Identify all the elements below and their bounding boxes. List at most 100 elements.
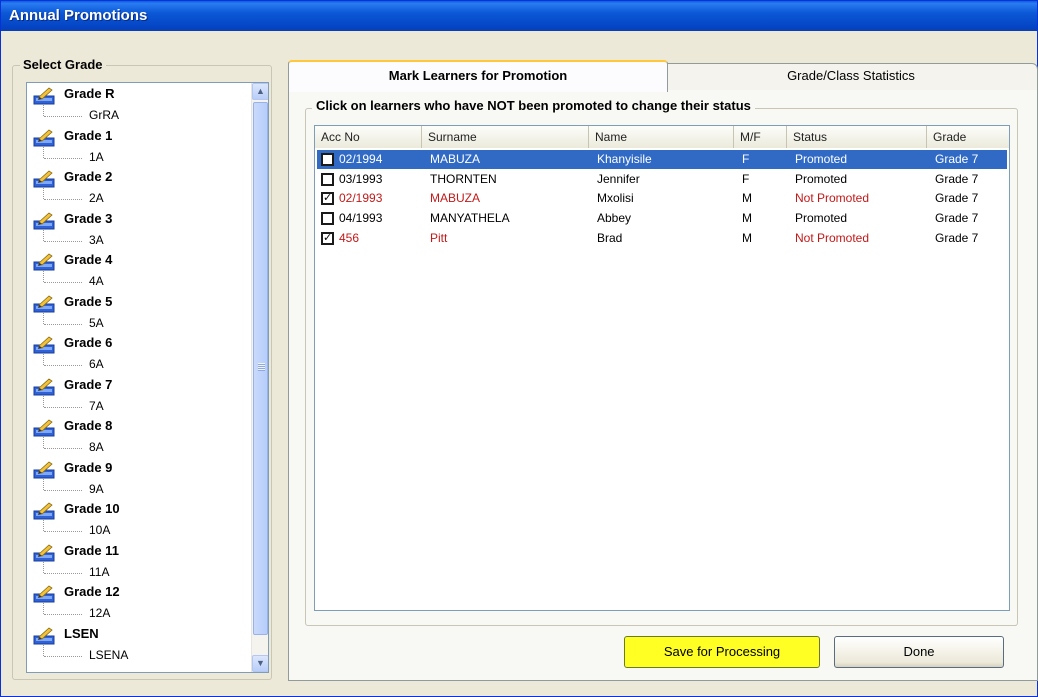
cell-grade: Grade 7 [935,171,979,186]
class-label[interactable]: GrRA [89,108,119,122]
column-header-grade[interactable]: Grade [927,126,1009,148]
class-label[interactable]: 9A [89,482,104,496]
cell-mf: M [742,230,752,245]
tree-connector [43,478,44,490]
tree-connector [43,437,44,448]
scroll-down-button[interactable]: ▼ [252,655,268,672]
grade-tree-list: Grade R GrRA Grade 1 1A Grade 2 2A Grade 3 3A Gr… [27,83,245,664]
grade-label[interactable]: Grade 4 [64,252,112,267]
cell-grade: Grade 7 [935,230,979,245]
cell-status: Promoted [795,152,848,166]
tree-connector [43,354,44,365]
tree-connector [43,105,44,116]
column-header-status[interactable]: Status [787,126,927,148]
list-header: Acc No Surname Name M/F Status Grade [315,126,1009,148]
tree-connector [44,199,82,200]
cell-surname: MABUZA [430,152,481,166]
window-title: Annual Promotions [1,1,1037,31]
promotion-checkbox[interactable] [321,153,334,166]
grade-label[interactable]: Grade 6 [64,335,112,350]
table-row[interactable]: ✓ 02/1993 MABUZA Mxolisi M Not Promoted Grade … [317,189,1007,208]
cell-grade: Grade 7 [935,211,979,226]
tree-connector [43,312,44,324]
learners-list[interactable]: Acc No Surname Name M/F Status Grade 02/… [314,125,1010,611]
class-label[interactable]: 11A [89,565,109,579]
grade-node[interactable]: Grade R GrRA [27,83,245,125]
pencil-book-icon [33,253,55,271]
class-label[interactable]: 2A [89,191,104,205]
grade-tree-scrollbar[interactable]: ▲ ▼ [251,83,268,672]
tree-connector [43,395,44,407]
class-label[interactable]: 3A [89,233,104,247]
promotion-checkbox[interactable]: ✓ [321,192,334,206]
grade-label[interactable]: Grade 8 [64,418,112,433]
grade-label[interactable]: Grade 10 [64,501,120,516]
cell-status: Promoted [795,171,848,186]
class-label[interactable]: 5A [89,316,104,330]
grade-node[interactable]: Grade 2 2A [27,166,245,208]
done-button[interactable]: Done [834,636,1004,668]
column-header-acc-no[interactable]: Acc No [315,126,422,148]
grade-label[interactable]: Grade 3 [64,211,112,226]
table-row[interactable]: 04/1993 MANYATHELA Abbey M Promoted Grade 7 [317,209,1007,228]
class-label[interactable]: 12A [89,606,110,620]
tab-grade-class-statistics[interactable]: Grade/Class Statistics [664,63,1038,90]
tree-connector [43,271,44,282]
promotion-checkbox[interactable] [321,172,334,186]
tree-connector [44,157,82,159]
column-header-surname[interactable]: Surname [422,126,589,148]
class-label[interactable]: 4A [89,274,104,288]
cell-acc-no: 03/1993 [339,171,383,186]
pencil-book-icon [33,502,55,520]
grade-node[interactable]: Grade 10 10A [27,498,245,540]
pencil-book-icon [33,87,55,105]
grade-node[interactable]: Grade 5 5A [27,291,245,333]
grade-node[interactable]: Grade 6 6A [27,332,245,374]
table-row[interactable]: ✓ 456 Pitt Brad M Not Promoted Grade 7 [317,229,1007,248]
grade-node[interactable]: LSEN LSENA [27,623,245,665]
grade-node[interactable]: Grade 9 9A [27,457,245,499]
tree-connector [43,229,44,241]
table-row[interactable]: 03/1993 THORNTEN Jennifer F Promoted Grade 7 [317,170,1007,189]
class-label[interactable]: 7A [89,399,104,413]
grade-label[interactable]: Grade 11 [64,543,119,558]
cell-grade: Grade 7 [935,191,979,206]
promotion-checkbox[interactable]: ✓ [321,231,334,245]
class-label[interactable]: LSENA [89,648,128,662]
grade-label[interactable]: Grade 7 [64,377,112,392]
scroll-thumb[interactable] [253,102,268,635]
grade-label[interactable]: Grade R [64,86,115,101]
pencil-book-icon [33,211,55,229]
cell-mf: F [742,152,750,166]
tab-mark-learners[interactable]: Mark Learners for Promotion [288,60,668,92]
grade-label[interactable]: Grade 2 [64,169,112,184]
grade-label[interactable]: Grade 9 [64,460,112,475]
cell-acc-no: 04/1993 [339,211,383,226]
grade-node[interactable]: Grade 12 12A [27,581,245,623]
pencil-book-icon [33,626,55,644]
grade-label[interactable]: LSEN [64,626,99,641]
tree-connector [43,188,44,199]
class-label[interactable]: 10A [89,523,110,537]
pencil-book-icon [33,128,55,146]
promotion-checkbox[interactable] [321,212,334,226]
grade-label[interactable]: Grade 5 [64,294,112,309]
save-for-processing-button[interactable]: Save for Processing [624,636,820,668]
grade-node[interactable]: Grade 3 3A [27,208,245,250]
scroll-up-button[interactable]: ▲ [252,83,268,100]
class-label[interactable]: 8A [89,440,104,454]
class-label[interactable]: 6A [89,357,104,371]
table-row[interactable]: 02/1994 MABUZA Khanyisile F Promoted Grade 7 [317,150,1007,169]
grade-node[interactable]: Grade 11 11A [27,540,245,582]
column-header-mf[interactable]: M/F [734,126,787,148]
grade-node[interactable]: Grade 4 4A [27,249,245,291]
grade-tree[interactable]: Grade R GrRA Grade 1 1A Grade 2 2A Grade 3 3A Gr… [26,82,269,673]
grade-node[interactable]: Grade 7 7A [27,374,245,416]
grade-label[interactable]: Grade 1 [64,128,112,143]
column-header-name[interactable]: Name [589,126,734,148]
pencil-book-icon [33,294,55,312]
class-label[interactable]: 1A [89,150,104,164]
grade-node[interactable]: Grade 8 8A [27,415,245,457]
grade-node[interactable]: Grade 1 1A [27,125,245,167]
grade-label[interactable]: Grade 12 [64,584,120,599]
